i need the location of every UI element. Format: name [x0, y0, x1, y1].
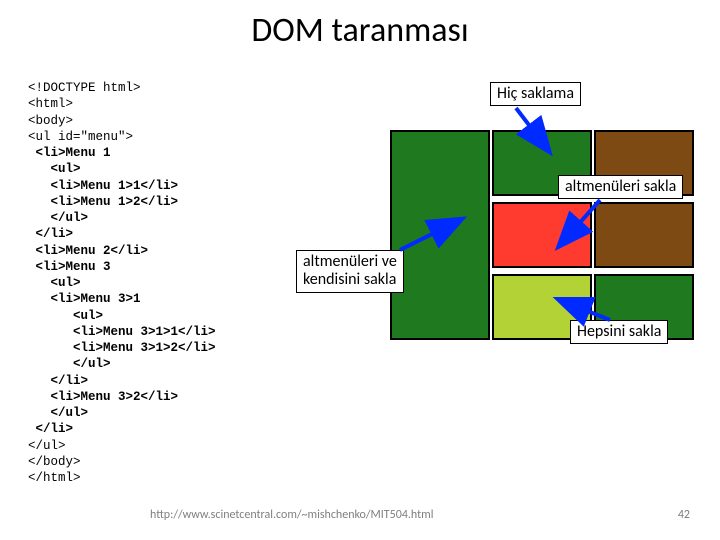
- block-main: [390, 130, 490, 340]
- block-r2-b: [594, 202, 694, 268]
- slide-title: DOM taranması: [0, 10, 720, 51]
- label-hide-sub-self: altmenüleri ve kendisini sakla: [296, 250, 404, 293]
- block-r2-a: [492, 202, 592, 268]
- slide-number: 42: [678, 508, 690, 522]
- footer-url: http://www.scinetcentral.com/~mishchenko…: [150, 508, 433, 522]
- code-listing: <!DOCTYPE html> <html> <body> <ul id="me…: [28, 80, 216, 486]
- diagram: [390, 130, 696, 340]
- label-hide-submenus: altmenüleri sakla: [558, 175, 683, 199]
- label-hide-all: Hepsini sakla: [570, 320, 668, 344]
- label-hide-none: Hiç saklama: [490, 82, 581, 106]
